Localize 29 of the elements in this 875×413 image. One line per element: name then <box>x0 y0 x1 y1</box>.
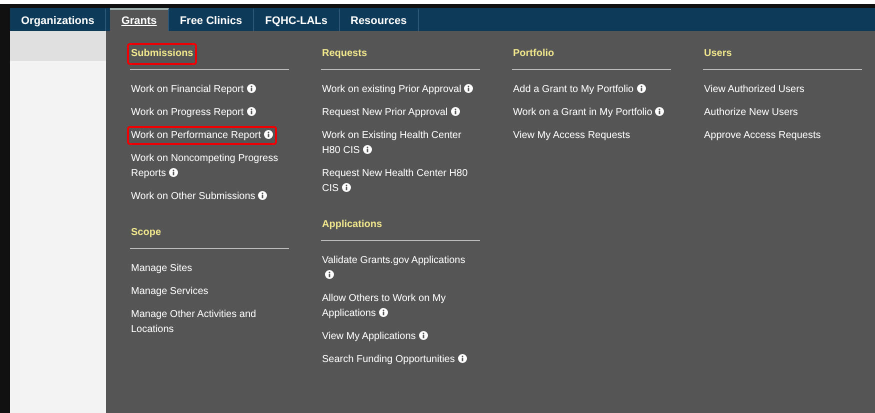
menu-link[interactable]: Work on Noncompeting Progress Reports <box>127 149 289 183</box>
menu-link[interactable]: Request New Prior Approval <box>318 103 464 122</box>
nav-tab[interactable]: Grants <box>110 8 169 31</box>
menu-link[interactable]: View Authorized Users <box>700 80 808 99</box>
menu-heading: Scope <box>130 226 162 240</box>
menu-link[interactable]: Work on existing Prior Approval <box>318 80 478 99</box>
menu-link[interactable]: Work on a Grant in My Portfolio <box>509 103 668 122</box>
menu-heading: Applications <box>321 218 384 232</box>
menu-link[interactable]: Allow Others to Work on My Applications <box>318 289 480 323</box>
menu-heading: Submissions <box>127 43 198 65</box>
menu-link[interactable]: Authorize New Users <box>700 103 802 122</box>
menu-link[interactable]: View My Applications <box>318 327 432 346</box>
menu-heading: Requests <box>321 47 368 61</box>
menu-link[interactable]: Manage Sites <box>127 259 196 278</box>
menu-link[interactable]: Work on Existing Health Center H80 CIS <box>318 126 480 160</box>
menu-link[interactable]: Validate Grants.gov Applications <box>318 251 480 285</box>
menu-link[interactable]: Request New Health Center H80 CIS <box>318 164 480 198</box>
menu-link[interactable]: Work on Progress Report <box>127 103 260 122</box>
menu-link[interactable]: Add a Grant to My Portfolio <box>509 80 650 99</box>
menu-link[interactable]: Approve Access Requests <box>700 126 825 145</box>
menu-link[interactable]: Manage Services <box>127 282 212 301</box>
menu-link[interactable]: Work on Other Submissions <box>127 187 272 206</box>
menu-link[interactable]: Manage Other Activities and Locations <box>127 305 289 339</box>
menu-link[interactable]: Work on Financial Report <box>127 80 260 99</box>
menu-link[interactable]: Work on Performance Report <box>127 126 277 145</box>
menu-heading: Portfolio <box>512 47 556 61</box>
menu-link[interactable]: Search Funding Opportunities <box>318 350 471 369</box>
menu-heading: Users <box>703 47 733 61</box>
menu-link[interactable]: View My Access Requests <box>509 126 634 145</box>
